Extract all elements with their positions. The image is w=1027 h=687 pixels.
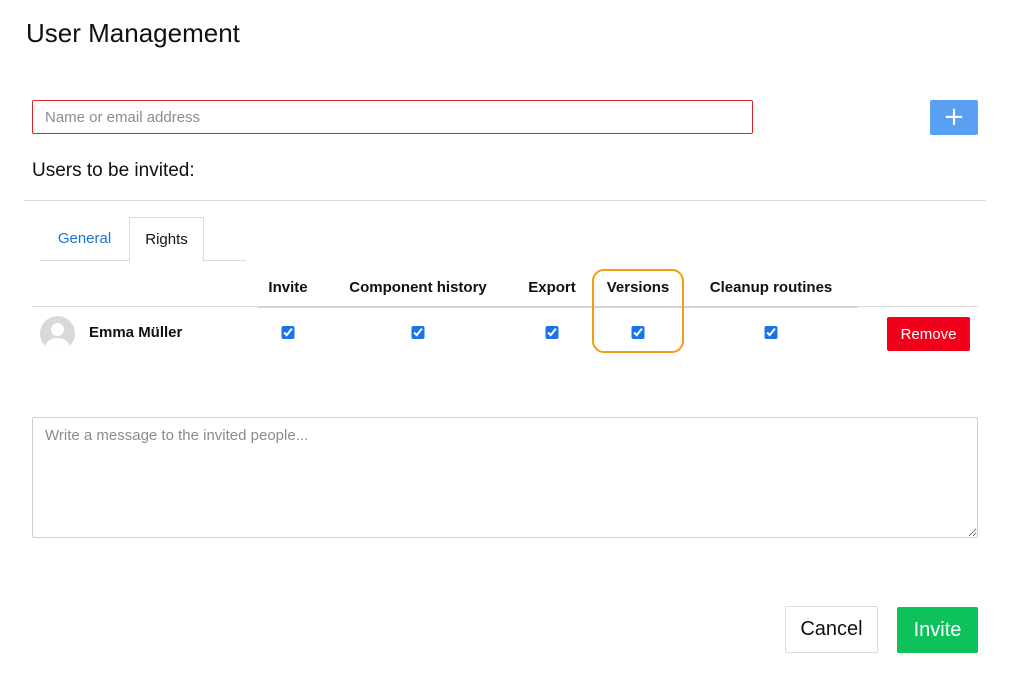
page-title: User Management xyxy=(26,18,240,48)
column-header-export: Export xyxy=(528,279,576,296)
user-avatar-icon xyxy=(40,316,75,351)
invite-button[interactable]: Invite xyxy=(897,607,978,653)
plus-icon: + xyxy=(943,102,965,132)
checkbox-invite[interactable] xyxy=(281,326,295,339)
cancel-button[interactable]: Cancel xyxy=(785,606,878,653)
section-divider xyxy=(24,200,986,201)
checkbox-export[interactable] xyxy=(545,326,559,339)
invited-heading: Users to be invited: xyxy=(32,160,195,181)
search-input[interactable] xyxy=(32,100,753,134)
column-header-underline xyxy=(258,306,858,308)
checkbox-component-history[interactable] xyxy=(411,326,425,339)
versions-column-highlight xyxy=(592,269,684,353)
column-header-cleanup-routines: Cleanup routines xyxy=(709,279,833,296)
message-input[interactable] xyxy=(32,417,978,538)
tab-general[interactable]: General xyxy=(40,217,129,261)
column-header-component-history: Component history xyxy=(349,279,487,296)
column-header-invite: Invite xyxy=(268,279,308,296)
remove-button[interactable]: Remove xyxy=(887,317,970,351)
add-user-button[interactable]: + xyxy=(930,100,978,135)
tab-bar: General Rights xyxy=(40,217,246,262)
user-name: Emma Müller xyxy=(89,324,183,341)
tab-rights[interactable]: Rights xyxy=(129,217,204,262)
checkbox-versions[interactable] xyxy=(631,326,645,339)
checkbox-cleanup-routines[interactable] xyxy=(764,326,778,339)
